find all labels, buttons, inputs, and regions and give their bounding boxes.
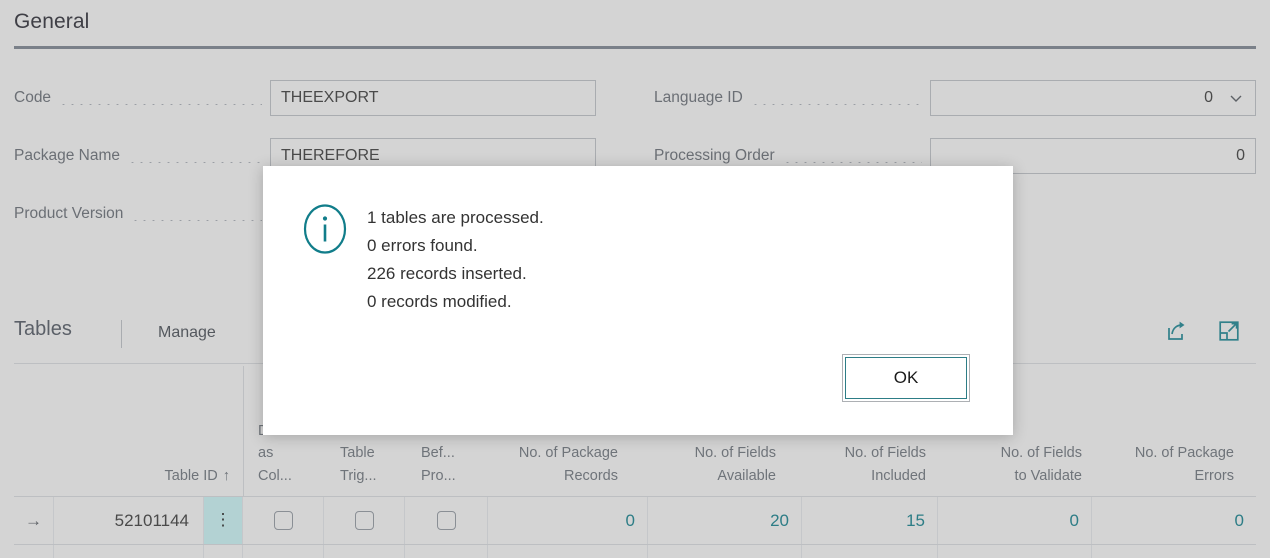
checkbox-table-trigger[interactable] <box>355 511 374 530</box>
cell-table-id[interactable]: 52101144 <box>54 497 204 544</box>
row-selector-arrow[interactable]: → <box>14 497 54 544</box>
cell-empty <box>14 545 54 558</box>
dot-leader <box>783 149 922 163</box>
language-id-value: 0 <box>1204 89 1213 107</box>
dialog-message: 1 tables are processed. 0 errors found. … <box>367 204 967 316</box>
chevron-down-icon[interactable] <box>1227 89 1245 107</box>
language-id-label: Language ID <box>654 89 743 107</box>
page-title: General <box>14 10 89 34</box>
checkbox-display-as-column[interactable] <box>274 511 293 530</box>
row-context-menu-button[interactable]: ⋮ <box>204 497 243 544</box>
info-icon <box>299 203 351 255</box>
cell-empty <box>204 545 243 558</box>
vertical-dots-icon: ⋮ <box>215 514 232 526</box>
cell-empty <box>802 545 938 558</box>
field-row-code: Code THEEXPORT <box>14 80 596 116</box>
cell-empty <box>243 545 324 558</box>
cell-table-trigger[interactable] <box>324 497 405 544</box>
table-row-partial[interactable] <box>0 545 1270 558</box>
cell-empty <box>488 545 648 558</box>
cell-before-processing[interactable] <box>405 497 488 544</box>
dialog-message-line: 226 records inserted. <box>367 260 967 288</box>
cell-no-of-fields-to-validate[interactable]: 0 <box>938 497 1092 544</box>
cell-no-of-package-errors[interactable]: 0 <box>1092 497 1256 544</box>
dot-leader <box>131 207 262 221</box>
section-divider <box>14 46 1256 49</box>
processing-order-value: 0 <box>1236 147 1245 165</box>
package-name-label: Package Name <box>14 147 120 165</box>
cell-empty <box>938 545 1092 558</box>
dialog-message-line: 0 errors found. <box>367 232 967 260</box>
field-row-language-id: Language ID 0 <box>654 80 1256 116</box>
grid-column-divider <box>243 366 244 496</box>
cell-empty <box>1092 545 1256 558</box>
tables-section-title: Tables <box>14 318 72 341</box>
code-label: Code <box>14 89 51 107</box>
open-in-new-window-icon[interactable] <box>1216 318 1242 344</box>
code-value: THEEXPORT <box>281 89 379 107</box>
column-header-label: Table ID <box>165 468 218 484</box>
column-header-table-id[interactable]: Table ID ↑ <box>14 465 230 487</box>
column-header-no-of-package-errors[interactable]: No. of Package Errors <box>1098 420 1234 487</box>
checkbox-before-processing[interactable] <box>437 511 456 530</box>
ok-button[interactable]: OK <box>845 357 967 399</box>
manage-menu-button[interactable]: Manage <box>152 322 222 344</box>
cell-display-as-column[interactable] <box>243 497 324 544</box>
language-id-field[interactable]: 0 <box>930 80 1256 116</box>
toolbar-divider <box>121 320 122 348</box>
product-version-label: Product Version <box>14 205 123 223</box>
dot-leader <box>128 149 262 163</box>
cell-empty <box>324 545 405 558</box>
cell-no-of-fields-available[interactable]: 20 <box>648 497 802 544</box>
dialog-message-line: 1 tables are processed. <box>367 204 967 232</box>
cell-empty <box>405 545 488 558</box>
dot-leader <box>59 91 262 105</box>
message-dialog: 1 tables are processed. 0 errors found. … <box>263 166 1013 435</box>
package-name-value: THEREFORE <box>281 147 380 165</box>
processing-order-label: Processing Order <box>654 147 775 165</box>
cell-empty <box>648 545 802 558</box>
toolbar-icon-group <box>1164 318 1242 344</box>
dialog-message-line: 0 records modified. <box>367 288 967 316</box>
table-row[interactable]: → 52101144 ⋮ 0 20 15 0 0 <box>0 497 1270 544</box>
code-field[interactable]: THEEXPORT <box>270 80 596 116</box>
cell-no-of-package-records[interactable]: 0 <box>488 497 648 544</box>
cell-no-of-fields-included[interactable]: 15 <box>802 497 938 544</box>
dot-leader <box>751 91 922 105</box>
cell-empty <box>54 545 204 558</box>
share-export-icon[interactable] <box>1164 318 1190 344</box>
sort-ascending-icon: ↑ <box>223 468 230 484</box>
general-page: General Code THEEXPORT Package Name THER… <box>0 0 1270 558</box>
